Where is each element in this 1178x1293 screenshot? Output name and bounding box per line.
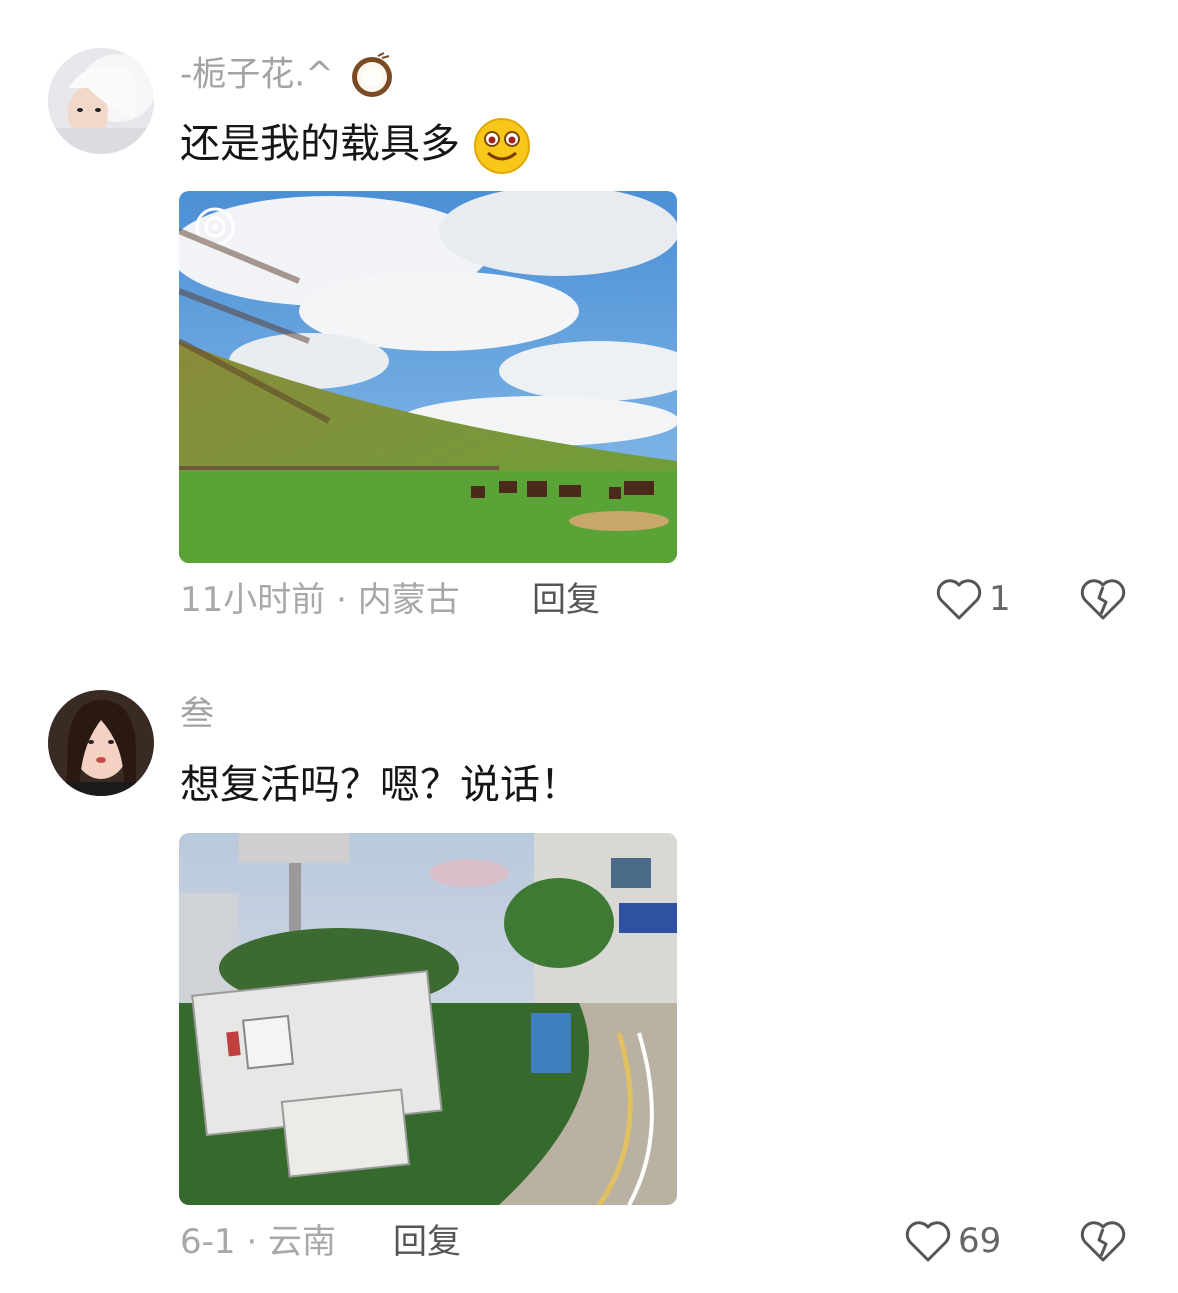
cell-tower-equipment-photo[interactable]	[179, 833, 677, 1205]
like-button[interactable]: 69	[904, 1218, 1001, 1264]
reply-button[interactable]: 回复	[393, 1222, 461, 1262]
broken-heart-icon	[1079, 576, 1127, 622]
coconut-icon	[348, 52, 396, 100]
comment-location: 内蒙古	[357, 580, 460, 620]
username[interactable]: -栀子花.^	[180, 52, 396, 100]
comment-text: 还是我的载具多	[180, 117, 531, 175]
like-count: 69	[958, 1221, 1002, 1261]
grassland-horses-photo[interactable]	[179, 191, 677, 563]
smiling-face-icon	[473, 117, 531, 175]
username-text: -栀子花.^	[180, 54, 334, 95]
broken-heart-icon	[1079, 1218, 1127, 1264]
like-count: 1	[989, 579, 1011, 619]
comment-time: 11小时前	[180, 580, 326, 620]
like-button[interactable]: 1	[935, 576, 1011, 622]
comment-time: 6-1	[180, 1222, 236, 1262]
meta-separator: ·	[246, 1222, 268, 1262]
comment-location: 云南	[267, 1222, 336, 1262]
avatar[interactable]	[48, 48, 154, 154]
comment-meta: 6-1 · 云南	[180, 1222, 336, 1262]
dislike-button[interactable]	[1079, 576, 1127, 622]
avatar[interactable]	[48, 690, 154, 796]
meta-separator: ·	[336, 580, 358, 620]
comment-text: 想复活吗？嗯？说话！	[180, 762, 580, 808]
heart-icon	[935, 576, 983, 622]
heart-icon	[904, 1218, 952, 1264]
reply-button[interactable]: 回复	[532, 580, 600, 620]
comment-meta: 11小时前 · 内蒙古	[180, 580, 460, 620]
comment-text-content: 还是我的载具多	[180, 121, 460, 167]
username[interactable]: 叁	[180, 694, 214, 734]
dislike-button[interactable]	[1079, 1218, 1127, 1264]
